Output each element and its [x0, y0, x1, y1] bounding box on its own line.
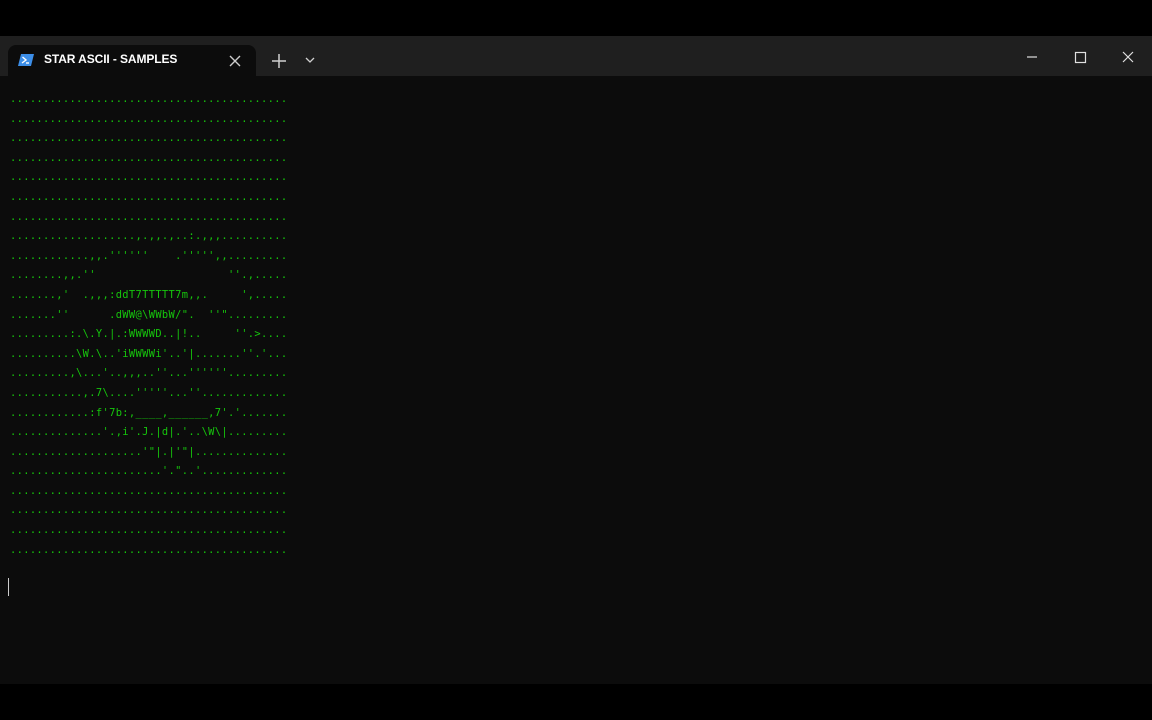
tab-dropdown-button[interactable]: [300, 50, 320, 70]
maximize-icon: [1074, 51, 1087, 64]
chevron-down-icon: [305, 57, 315, 63]
terminal-window: STAR ASCII - SAMPLES ...................…: [0, 36, 1152, 684]
close-icon: [1122, 51, 1134, 63]
powershell-icon: [18, 53, 34, 67]
new-tab-button[interactable]: [267, 49, 291, 73]
minimize-button[interactable]: [1016, 44, 1048, 72]
terminal-content[interactable]: ........................................…: [0, 76, 1152, 684]
close-button[interactable]: [1112, 44, 1144, 72]
text-cursor: [8, 578, 9, 596]
ascii-art-output: ........................................…: [10, 93, 288, 556]
tab-close-icon[interactable]: [226, 52, 244, 70]
title-bar[interactable]: STAR ASCII - SAMPLES: [0, 36, 1152, 76]
minimize-icon: [1027, 56, 1037, 58]
tab-star-ascii-samples[interactable]: STAR ASCII - SAMPLES: [8, 45, 256, 76]
maximize-button[interactable]: [1064, 44, 1096, 72]
plus-icon: [272, 54, 286, 68]
tab-title: STAR ASCII - SAMPLES: [44, 52, 178, 66]
